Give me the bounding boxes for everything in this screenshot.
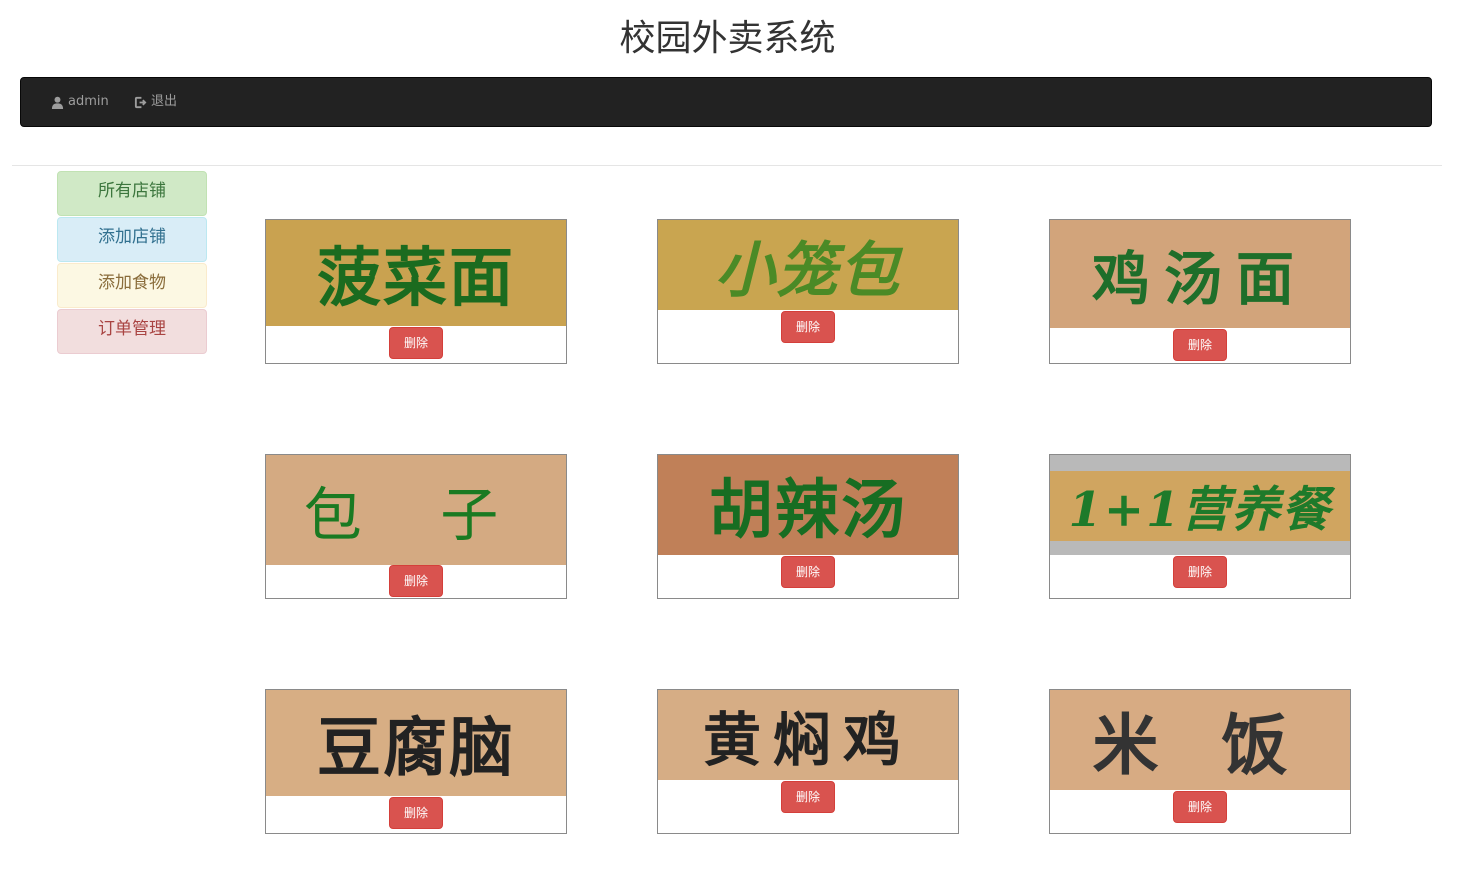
shop-name: 米 饭: [1092, 706, 1308, 784]
shop-name: 小笼包: [715, 235, 901, 306]
shop-name: 1+1营养餐: [1068, 482, 1332, 538]
shop-card: 鸡汤面 删除: [1049, 219, 1351, 364]
delete-button[interactable]: 删除: [781, 781, 835, 813]
shop-name: 黄焖鸡: [702, 706, 913, 774]
sidebar-item-all-shops[interactable]: 所有店铺: [57, 171, 207, 216]
shop-card: 米 饭 删除: [1049, 689, 1351, 834]
delete-button[interactable]: 删除: [1173, 556, 1227, 588]
delete-button[interactable]: 删除: [781, 556, 835, 588]
shop-name: 鸡汤面: [1091, 245, 1308, 313]
sidebar: 所有店铺 添加店铺 添加食物 订单管理: [57, 171, 207, 355]
shop-card: 胡辣汤 删除: [657, 454, 959, 599]
shop-card: 包 子 删除: [265, 454, 567, 599]
logout-icon: [134, 96, 147, 108]
shop-banner[interactable]: 小笼包: [658, 220, 958, 310]
shop-banner[interactable]: 鸡汤面: [1050, 220, 1350, 328]
shop-banner[interactable]: 包 子: [266, 455, 566, 565]
shop-name: 菠菜面: [317, 241, 515, 316]
user-name: admin: [68, 94, 109, 109]
page-title: 校园外卖系统: [619, 18, 836, 59]
shop-banner[interactable]: 菠菜面: [266, 220, 566, 326]
sidebar-item-orders[interactable]: 订单管理: [57, 309, 207, 354]
shop-card: 菠菜面 删除: [265, 219, 567, 364]
logout-link[interactable]: 退出: [134, 78, 177, 126]
shop-card: 黄焖鸡 删除: [657, 689, 959, 834]
shop-name: 包 子: [303, 481, 529, 549]
shop-name: 豆腐脑: [317, 711, 515, 786]
shop-banner[interactable]: 米 饭: [1050, 690, 1350, 790]
sidebar-item-add-food[interactable]: 添加食物: [57, 263, 207, 308]
delete-button[interactable]: 删除: [1173, 791, 1227, 823]
delete-button[interactable]: 删除: [389, 565, 443, 597]
logout-label: 退出: [151, 94, 178, 109]
shop-banner[interactable]: 1+1营养餐: [1050, 455, 1350, 555]
delete-button[interactable]: 删除: [389, 797, 443, 829]
delete-button[interactable]: 删除: [1173, 329, 1227, 361]
shop-card: 豆腐脑 删除: [265, 689, 567, 834]
top-navbar: admin 退出: [20, 77, 1432, 127]
delete-button[interactable]: 删除: [781, 311, 835, 343]
shop-banner[interactable]: 豆腐脑: [266, 690, 566, 796]
shop-name: 胡辣汤: [709, 473, 907, 548]
shop-card: 1+1营养餐 删除: [1049, 454, 1351, 599]
user-link[interactable]: admin: [51, 78, 109, 126]
sidebar-item-add-shop[interactable]: 添加店铺: [57, 217, 207, 262]
delete-button[interactable]: 删除: [389, 327, 443, 359]
shop-banner[interactable]: 胡辣汤: [658, 455, 958, 555]
shop-card: 小笼包 删除: [657, 219, 959, 364]
user-icon: [51, 96, 64, 109]
header-divider: [12, 165, 1442, 166]
shop-banner[interactable]: 黄焖鸡: [658, 690, 958, 780]
